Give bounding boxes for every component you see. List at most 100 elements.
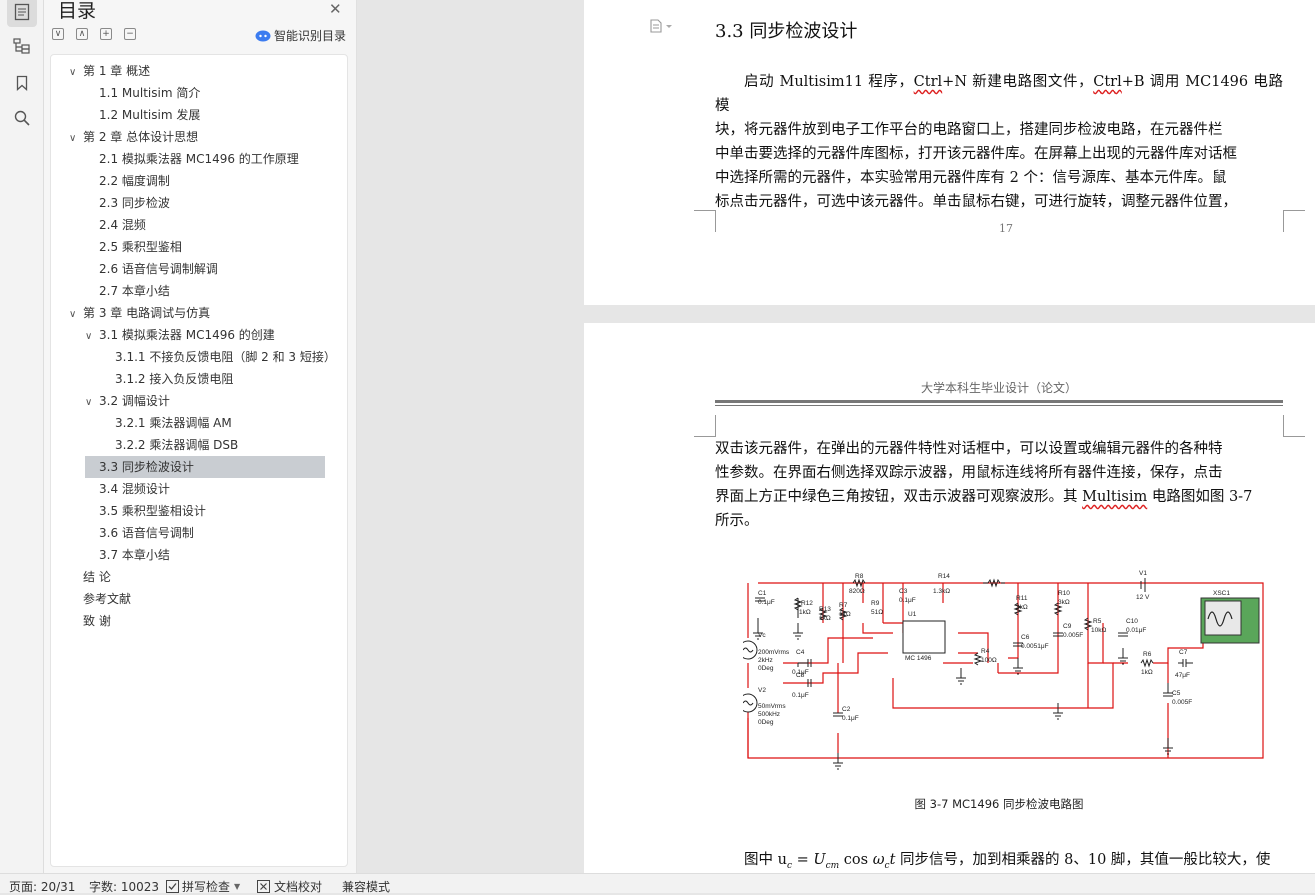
toc-item[interactable]: 2.3 同步检波: [85, 192, 170, 214]
page-number: 17: [999, 222, 1013, 235]
spell-check-button[interactable]: 拼写检查 ▼: [166, 878, 240, 895]
toc-item[interactable]: ∨ 第 1 章 概述: [69, 60, 150, 82]
r6-label: R6: [1143, 651, 1152, 658]
toc-panel: 目录 ✕ ∨ ∧ + − 智能识别目录 ∨ 第 1 章 概述 1.1 Multisi…: [44, 0, 357, 873]
close-icon[interactable]: ✕: [329, 0, 342, 18]
margin-mark: [1283, 415, 1305, 437]
v2-label: V2: [758, 687, 766, 694]
c9-value: 0.005F: [1063, 632, 1083, 639]
toc-item[interactable]: 2.7 本章小结: [85, 280, 170, 302]
toc-item[interactable]: 3.2.1 乘法器调幅 AM: [101, 412, 232, 434]
p1-line-4: 中选择所需的元器件，本实验常用元器件库有 2 个：信号源库、基本元件库。鼠: [715, 170, 1227, 186]
paragraph-style-icon[interactable]: [649, 19, 675, 33]
outline-tree-icon: [13, 38, 30, 54]
page-17: 3.3 同步检波设计 启动 Multisim11 程序，Ctrl+N 新建电路图…: [584, 0, 1315, 305]
proofread-icon: [257, 880, 270, 893]
toc-item[interactable]: 参考文献: [69, 588, 131, 610]
toc-item[interactable]: 3.4 混频设计: [85, 478, 170, 500]
toc-item-label: 第 1 章 概述: [83, 64, 151, 78]
v1-label: V1: [1139, 570, 1147, 577]
figure-caption: 图 3-7 MC1496 同步检波电路图: [914, 797, 1084, 811]
toc-item[interactable]: 1.2 Multisim 发展: [85, 104, 200, 126]
toc-item[interactable]: 2.2 幅度调制: [85, 170, 170, 192]
toc-item[interactable]: 2.6 语音信号调制解调: [85, 258, 218, 280]
search-icon: [14, 110, 30, 126]
document-view: 3.3 同步检波设计 启动 Multisim11 程序，Ctrl+N 新建电路图…: [357, 0, 1315, 873]
toc-item[interactable]: ∨ 第 3 章 电路调试与仿真: [69, 302, 210, 324]
p2-line-2: 性参数。在界面右侧选择双踪示波器，用鼠标连线将所有器件连接，保存，点击: [715, 465, 1223, 481]
r9-label: R9: [871, 600, 880, 607]
running-header: 大学本科生毕业设计（论文）: [920, 381, 1077, 395]
toc-item-label: 2.5 乘积型鉴相: [99, 240, 182, 254]
word-count[interactable]: 字数: 10023: [89, 878, 159, 895]
expand-toggle-icon[interactable]: ∨: [85, 392, 99, 414]
toc-item[interactable]: 2.4 混频: [85, 214, 146, 236]
c5-value: 0.005F: [1172, 699, 1192, 706]
compat-mode: 兼容模式: [342, 880, 391, 894]
bookmark-button[interactable]: [7, 68, 37, 98]
toc-item-label: 第 3 章 电路调试与仿真: [83, 306, 211, 320]
u1-label: U1: [908, 611, 917, 618]
p2-line-4: 所示。: [715, 513, 759, 529]
v2-value-2: 500kHz: [758, 711, 780, 718]
vc-label: Vc: [758, 632, 766, 639]
p2-line-3: 界面上方正中绿色三角按钮，双击示波器可观察波形。其 Multisim 电路图如图…: [715, 489, 1253, 505]
c1-value: 0.1μF: [758, 599, 775, 606]
toc-panel-button[interactable]: [7, 0, 37, 27]
collapse-all-button[interactable]: ∧: [76, 28, 88, 40]
toc-item[interactable]: 3.2.2 乘法器调幅 DSB: [101, 434, 238, 456]
toc-item[interactable]: ∨ 第 2 章 总体设计思想: [69, 126, 198, 148]
toc-item[interactable]: 1.1 Multisim 简介: [85, 82, 200, 104]
v2-value-1: 50mVrms: [758, 703, 786, 710]
r14-value: 1.3kΩ: [933, 588, 950, 595]
toc-item[interactable]: 致 谢: [69, 610, 111, 632]
mc1496-label: MC 1496: [905, 655, 932, 662]
toc-item[interactable]: 3.6 语音信号调制: [85, 522, 194, 544]
checkbox-check-icon: [166, 880, 179, 893]
toc-item[interactable]: ∨ 3.2 调幅设计: [85, 390, 170, 412]
navigation-button[interactable]: [7, 31, 37, 61]
p2-line-1: 双击该元器件，在弹出的元器件特性对话框中，可以设置或编辑元器件的各种特: [715, 441, 1223, 457]
add-heading-button[interactable]: +: [100, 28, 112, 40]
r11-label: R11: [1016, 595, 1028, 602]
smart-toc-button[interactable]: 智能识别目录: [255, 27, 346, 44]
r8-label: R8: [855, 573, 864, 580]
c8-label: C8: [796, 672, 805, 679]
toc-item[interactable]: 3.1.2 接入负反馈电阻: [101, 368, 233, 390]
r12-label: R12: [801, 600, 813, 607]
ai-cloud-icon: [255, 30, 271, 41]
r10-label: R10: [1058, 590, 1070, 597]
expand-toggle-icon[interactable]: ∨: [69, 128, 83, 150]
toc-item[interactable]: ∨ 3.1 模拟乘法器 MC1496 的创建: [85, 324, 275, 346]
expand-toggle-icon[interactable]: ∨: [69, 304, 83, 326]
proofread-button[interactable]: 文档校对: [257, 878, 322, 895]
toc-item[interactable]: 3.5 乘积型鉴相设计: [85, 500, 206, 522]
status-bar: 页面: 20/31 字数: 10023 拼写检查 ▼ 文档校对 兼容模式: [0, 873, 1315, 895]
c4-label: C4: [796, 649, 805, 656]
toc-item-label: 1.2 Multisim 发展: [99, 108, 201, 122]
toc-item-label: 2.7 本章小结: [99, 284, 170, 298]
app-window: 目录 ✕ ∨ ∧ + − 智能识别目录 ∨ 第 1 章 概述 1.1 Multisi…: [0, 0, 1315, 895]
toc-item[interactable]: 结 论: [69, 566, 111, 588]
toc-item-label: 3.2.1 乘法器调幅 AM: [115, 416, 232, 430]
toc-item-label: 3.4 混频设计: [99, 482, 170, 496]
expand-toggle-icon[interactable]: ∨: [85, 326, 99, 348]
toc-item[interactable]: 3.3 同步检波设计: [85, 456, 325, 478]
toc-item[interactable]: 3.7 本章小结: [85, 544, 170, 566]
page-indicator[interactable]: 页面: 20/31: [9, 878, 75, 895]
toc-item[interactable]: 2.5 乘积型鉴相: [85, 236, 182, 258]
proofread-label: 文档校对: [274, 880, 323, 894]
expand-toggle-icon[interactable]: ∨: [69, 62, 83, 84]
r6-value: 1kΩ: [1141, 669, 1153, 676]
c2-label: C2: [842, 706, 851, 713]
toc-item[interactable]: 3.1.1 不接负反馈电阻（脚 2 和 3 短接）: [101, 346, 336, 368]
search-button[interactable]: [7, 103, 37, 133]
c10-label: C10: [1126, 618, 1138, 625]
panel-title: 目录: [58, 0, 97, 22]
toc-item[interactable]: 2.1 模拟乘法器 MC1496 的工作原理: [85, 148, 299, 170]
remove-heading-button[interactable]: −: [124, 28, 136, 40]
expand-all-button[interactable]: ∨: [52, 28, 64, 40]
toc-item-label: 2.3 同步检波: [99, 196, 170, 210]
toc-item-label: 3.3 同步检波设计: [99, 460, 194, 474]
circuit-diagram: C1 0.1μF R8 820Ω R14 1.3kΩ R12 1kΩ R13 1…: [743, 570, 1264, 770]
